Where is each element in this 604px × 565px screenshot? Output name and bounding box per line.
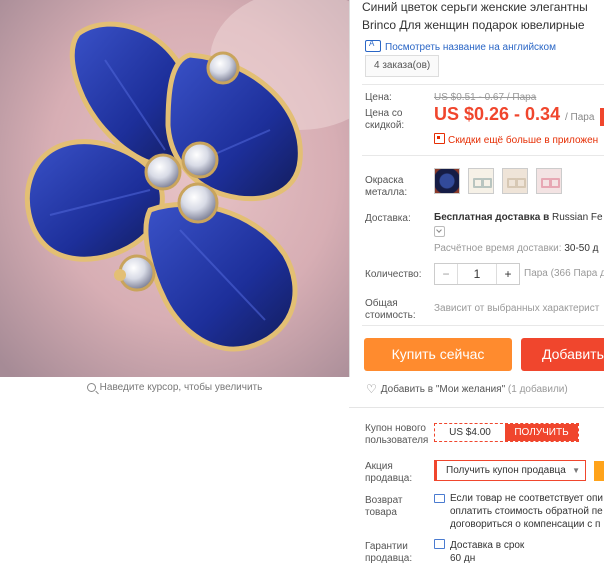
total-cost-label: Общая стоимость: bbox=[365, 298, 416, 321]
guarantee-icon bbox=[434, 539, 445, 549]
shipping-label: Доставка: bbox=[365, 213, 411, 224]
quantity-stepper: − 1 + bbox=[434, 263, 520, 285]
wishlist-count: (1 добавили) bbox=[507, 384, 568, 395]
product-title-line2: Brinco Для женщин подарок ювелирные bbox=[362, 18, 585, 32]
section-divider bbox=[349, 407, 604, 408]
seller-promo-label: Акция продавца: bbox=[365, 461, 413, 484]
swatch-champagne[interactable] bbox=[502, 168, 528, 194]
metal-color-label: Окраска металла: bbox=[365, 175, 408, 198]
translate-icon bbox=[365, 39, 381, 52]
quantity-increase-button[interactable]: + bbox=[496, 264, 519, 284]
add-to-cart-button[interactable]: Добавить bbox=[521, 338, 604, 371]
quantity-decrease-button[interactable]: − bbox=[435, 264, 458, 284]
price-label: Цена: bbox=[365, 92, 392, 103]
promo-tag-edge bbox=[594, 461, 604, 481]
new-user-coupon-label: Купон нового пользователя bbox=[365, 423, 429, 446]
quantity-input[interactable]: 1 bbox=[458, 264, 496, 284]
buy-now-button[interactable]: Купить сейчас bbox=[364, 338, 512, 371]
returns-label: Возврат товара bbox=[365, 495, 403, 518]
divider bbox=[362, 325, 604, 326]
quantity-available-note: Пара (366 Пара д bbox=[524, 268, 604, 279]
product-photo-earring bbox=[0, 0, 349, 377]
swatch-blue-flower[interactable] bbox=[434, 168, 460, 194]
orders-count: 4 заказа(ов) bbox=[365, 55, 440, 77]
total-cost-note: Зависит от выбранных характерист bbox=[434, 303, 600, 314]
original-price: US $0.51 - 0.67 / Пара bbox=[434, 92, 537, 103]
product-image[interactable] bbox=[0, 0, 349, 377]
gallery-divider bbox=[349, 0, 350, 377]
discount-price-label: Цена со скидкой: bbox=[365, 108, 405, 131]
get-coupon-button[interactable]: ПОЛУЧИТЬ bbox=[505, 424, 578, 441]
return-policy-icon bbox=[434, 494, 445, 503]
seller-coupon-select[interactable]: Получить купон продавца ▼ bbox=[434, 460, 586, 481]
heart-icon: ♡ bbox=[366, 382, 377, 396]
returns-policy: Если товар не соответствует опи оплатить… bbox=[434, 492, 604, 531]
swatch-silver[interactable] bbox=[468, 168, 494, 194]
delivery-time: Расчётное время доставки: 30-50 д bbox=[434, 243, 599, 254]
coupon-amount: US $4.00 bbox=[449, 427, 491, 438]
app-discount-note[interactable]: Скидки ещё больше в приложен bbox=[434, 133, 598, 146]
sale-price-unit: / Пара bbox=[565, 112, 595, 123]
seller-guarantee-label: Гарантии продавца: bbox=[365, 541, 413, 564]
price-accent-mark bbox=[600, 108, 604, 126]
zoom-hint: Наведите курсор, чтобы увеличить bbox=[0, 382, 349, 393]
shipping-dropdown-icon[interactable] bbox=[434, 226, 445, 237]
new-user-coupon: US $4.00 ПОЛУЧИТЬ bbox=[434, 423, 579, 442]
seller-guarantee: Доставка в срок 60 дн bbox=[434, 539, 524, 565]
divider bbox=[362, 84, 604, 85]
swatch-pink[interactable] bbox=[536, 168, 562, 194]
mobile-app-icon bbox=[434, 133, 445, 144]
shipping-info: Бесплатная доставка в Russian Fe bbox=[434, 212, 603, 223]
sale-price: US $0.26 - 0.34 bbox=[434, 104, 561, 124]
divider bbox=[362, 155, 604, 156]
magnifier-icon bbox=[86, 383, 96, 392]
color-swatches bbox=[434, 168, 562, 194]
chevron-down-icon: ▼ bbox=[572, 466, 580, 475]
quantity-label: Количество: bbox=[365, 269, 422, 280]
product-title-line1: Синий цветок серьги женские элегантны bbox=[362, 0, 588, 14]
shipping-destination[interactable]: Russian Fe bbox=[552, 212, 603, 223]
product-title: Синий цветок серьги женские элегантны Br… bbox=[362, 0, 604, 34]
wishlist-link[interactable]: ♡ Добавить в "Мои желания" (1 добавили) bbox=[366, 382, 568, 396]
translate-title-link[interactable]: Посмотреть название на английском bbox=[365, 39, 556, 53]
